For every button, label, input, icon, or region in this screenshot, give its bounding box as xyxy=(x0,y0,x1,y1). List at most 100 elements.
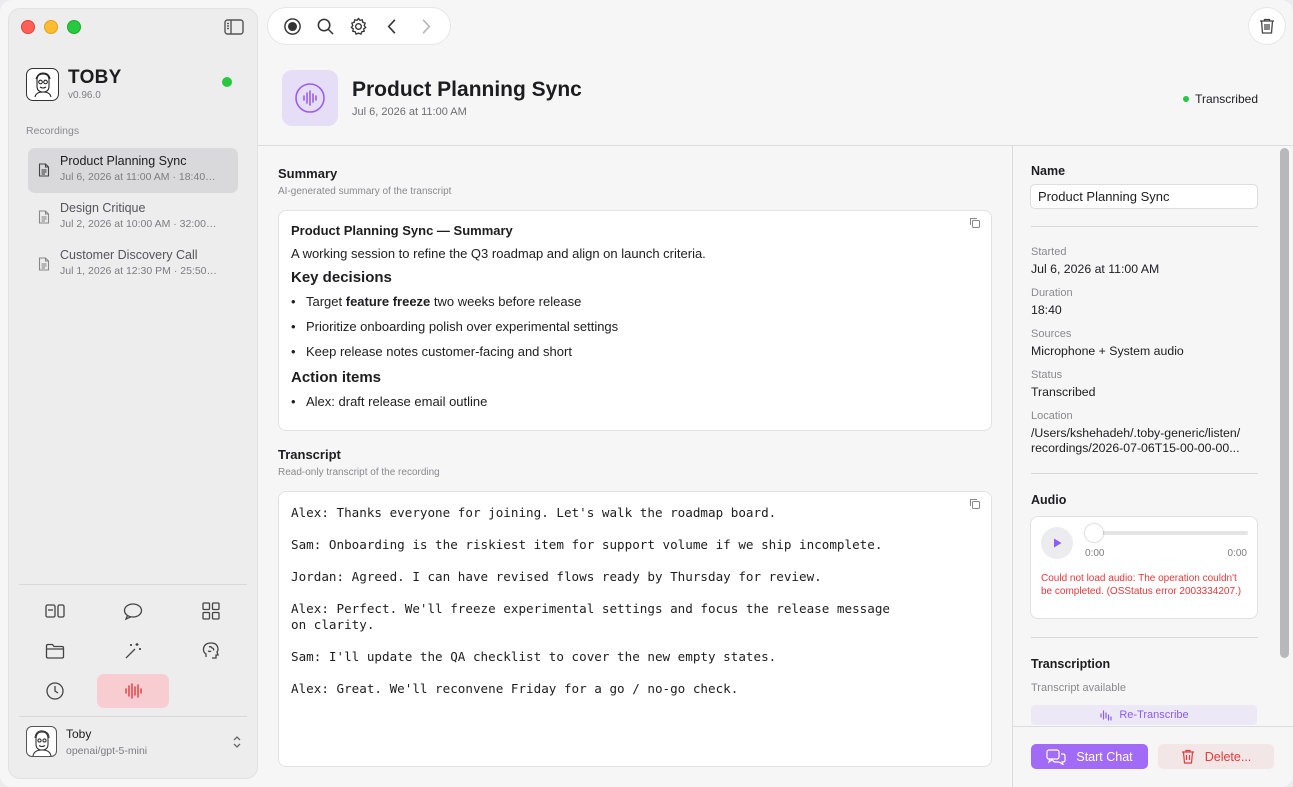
app-logo xyxy=(26,67,59,101)
waveform-icon xyxy=(1100,710,1112,721)
sidebar-divider xyxy=(19,716,247,717)
recording-item-design-critique[interactable]: Design Critique Jul 2, 2026 at 10:00 AM … xyxy=(28,195,238,240)
zoom-window-button[interactable] xyxy=(67,20,81,34)
inspector-divider xyxy=(1012,145,1013,787)
start-chat-button[interactable]: Start Chat xyxy=(1031,744,1148,769)
recording-meta: Jul 6, 2026 at 11:00 AM · 18:40 · Transc… xyxy=(60,171,218,183)
status-value: Transcribed xyxy=(1031,385,1096,399)
chevron-left-icon[interactable] xyxy=(383,17,402,36)
minimize-window-button[interactable] xyxy=(44,20,58,34)
copy-icon[interactable] xyxy=(969,498,981,510)
transcript-title: Transcript xyxy=(278,447,341,462)
decision-text: Target xyxy=(306,294,346,309)
audio-player: 0:00 0:00 Could not load audio: The oper… xyxy=(1030,516,1258,619)
magic-wand-icon xyxy=(125,643,141,659)
page-title: Product Planning Sync xyxy=(352,78,582,101)
user-account-row[interactable]: Toby openai/gpt-5-mini xyxy=(26,726,242,757)
gear-icon[interactable] xyxy=(349,16,368,36)
status-badge: Transcribed xyxy=(1183,92,1258,106)
delete-recording-toolbar-button[interactable] xyxy=(1249,8,1285,44)
recording-item-customer-discovery[interactable]: Customer Discovery Call Jul 1, 2026 at 1… xyxy=(28,242,238,287)
recording-item-product-planning[interactable]: Product Planning Sync Jul 6, 2026 at 11:… xyxy=(28,148,238,193)
transcript-line: Alex: Great. We'll reconvene Friday for … xyxy=(291,681,739,696)
nav-layout-button[interactable] xyxy=(19,594,91,628)
retranscribe-button[interactable]: Re-Transcribe xyxy=(1031,705,1257,725)
folder-icon xyxy=(45,643,65,659)
inspector-divider xyxy=(1031,637,1258,638)
duration-label: Duration xyxy=(1031,287,1073,299)
user-avatar xyxy=(26,726,57,757)
copy-icon[interactable] xyxy=(969,217,981,229)
delete-label: Delete... xyxy=(1204,749,1252,764)
recording-meta: Jul 2, 2026 at 10:00 AM · 32:00 · Transc… xyxy=(60,218,218,230)
decision-bold: feature freeze xyxy=(345,294,431,309)
user-name: Toby xyxy=(66,726,92,741)
recording-title: Product Planning Sync xyxy=(60,154,187,168)
brain-icon xyxy=(202,642,219,659)
status-label: Transcribed xyxy=(1195,92,1258,106)
nav-folder-button[interactable] xyxy=(19,634,91,668)
audio-scrubber[interactable] xyxy=(1095,531,1248,535)
record-icon[interactable] xyxy=(283,17,302,36)
nav-grid-button[interactable] xyxy=(175,594,247,628)
list-item: • Prioritize onboarding polish over exper… xyxy=(291,319,619,334)
audio-heading: Audio xyxy=(1031,493,1067,507)
chevron-right-icon[interactable] xyxy=(416,17,435,36)
recording-title: Customer Discovery Call xyxy=(60,248,198,262)
transcription-status: Transcript available xyxy=(1031,682,1126,694)
transcript-card[interactable]: Alex: Thanks everyone for joining. Let's… xyxy=(278,491,992,767)
nav-brain-button[interactable] xyxy=(175,634,247,668)
document-icon xyxy=(38,163,50,177)
actions-heading: Action items xyxy=(291,369,382,386)
play-button[interactable] xyxy=(1041,527,1073,559)
grid-icon xyxy=(202,602,220,620)
name-label: Name xyxy=(1031,164,1066,178)
close-window-button[interactable] xyxy=(21,20,35,34)
nav-history-button[interactable] xyxy=(19,674,91,708)
document-icon xyxy=(38,257,50,271)
delete-button[interactable]: Delete... xyxy=(1158,744,1274,769)
nav-chat-button[interactable] xyxy=(97,594,169,628)
summary-heading: Product Planning Sync — Summary xyxy=(291,223,513,238)
app-version: v0.96.0 xyxy=(68,90,101,101)
transcript-line: Jordan: Agreed. I can have revised flows… xyxy=(291,569,822,584)
summary-card[interactable]: Product Planning Sync — Summary A workin… xyxy=(278,210,992,431)
chevron-up-down-icon[interactable] xyxy=(232,735,242,749)
clock-icon xyxy=(46,682,64,700)
status-dot xyxy=(1183,96,1190,102)
sidebar-toggle-icon[interactable] xyxy=(224,19,244,35)
summary-subtitle: AI-generated summary of the transcript xyxy=(278,186,452,197)
duration-value: 18:40 xyxy=(1031,303,1062,317)
name-input[interactable]: Product Planning Sync xyxy=(1030,184,1258,209)
chat-icon xyxy=(123,603,143,621)
recording-meta: Jul 1, 2026 at 12:30 PM · 25:50 · Transc… xyxy=(60,265,218,277)
transcript-line: Alex: Perfect. We'll freeze experimental… xyxy=(291,601,890,632)
trash-icon xyxy=(1181,749,1194,764)
sources-label: Sources xyxy=(1031,328,1072,340)
main-toolbar xyxy=(268,8,450,44)
nav-recordings-button[interactable] xyxy=(97,674,169,708)
start-chat-label: Start Chat xyxy=(1076,749,1133,764)
inspector-scrollbar[interactable] xyxy=(1280,148,1289,658)
started-value: Jul 6, 2026 at 11:00 AM xyxy=(1031,262,1160,276)
action-text: Alex: draft release email outline xyxy=(306,394,488,409)
header-divider xyxy=(258,145,1293,146)
audio-scrubber-knob[interactable] xyxy=(1085,524,1103,542)
audio-current-time: 0:00 xyxy=(1085,548,1105,559)
app-name: TOBY xyxy=(68,67,122,88)
nav-magic-button[interactable] xyxy=(97,634,169,668)
summary-intro: A working session to refine the Q3 roadm… xyxy=(291,246,706,261)
search-icon[interactable] xyxy=(316,17,335,36)
layout-icon xyxy=(45,604,65,618)
transcript-line: Sam: I'll update the QA checklist to cov… xyxy=(291,649,777,664)
transcript-line: Alex: Thanks everyone for joining. Let's… xyxy=(291,505,777,520)
summary-title: Summary xyxy=(278,166,338,181)
sidebar-nav xyxy=(19,594,247,708)
started-label: Started xyxy=(1031,246,1067,258)
play-icon xyxy=(1054,538,1062,548)
inspector-divider xyxy=(1031,226,1258,227)
inspector-divider xyxy=(1031,473,1258,474)
transcription-heading: Transcription xyxy=(1031,657,1111,671)
list-item: • Keep release notes customer-facing and … xyxy=(291,344,572,359)
status-label-field: Status xyxy=(1031,369,1063,381)
